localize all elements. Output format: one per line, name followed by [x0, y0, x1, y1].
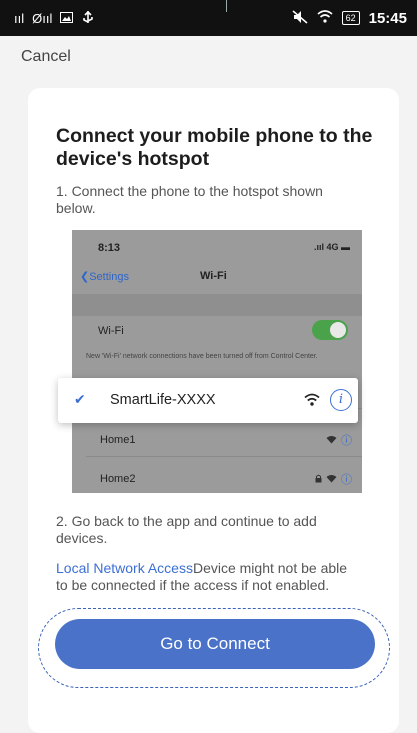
- clock: 15:45: [368, 9, 407, 27]
- signal-icon-2: Øııl: [32, 10, 53, 26]
- wifi-icon: [304, 393, 320, 411]
- highlighted-network-row: ✔ SmartLife-XXXX i: [58, 378, 358, 423]
- image-icon: [60, 11, 74, 26]
- divider: [226, 0, 227, 12]
- illustration-signal-icon: .ııl: [313, 242, 327, 252]
- illustration-battery-icon: ▬: [338, 242, 350, 252]
- info-icon: i: [330, 389, 352, 411]
- cancel-button[interactable]: Cancel: [21, 48, 71, 66]
- step-2-text: 2. Go back to the app and continue to ad…: [56, 513, 317, 546]
- illustration-wifi-label: Wi-Fi: [98, 325, 124, 337]
- go-to-connect-button[interactable]: Go to Connect: [55, 619, 375, 669]
- network-icons-home2: ⓘ: [315, 471, 352, 487]
- lock-icon: [315, 474, 322, 485]
- signal-icon: ııl: [14, 10, 25, 26]
- illustration-title: Wi-Fi: [200, 270, 227, 282]
- network-name: SmartLife-XXXX: [110, 392, 216, 408]
- info-icon: ⓘ: [341, 435, 352, 447]
- illustration-band: [72, 294, 362, 316]
- wifi-signal-icon: [326, 474, 337, 485]
- status-bar-right: 62 15:45: [292, 0, 407, 36]
- wifi-icon: [317, 10, 333, 26]
- network-item-home2: Home2: [100, 473, 136, 485]
- local-network-access-link[interactable]: Local Network Access: [56, 560, 193, 576]
- checkmark-icon: ✔: [74, 391, 86, 407]
- wifi-signal-icon: [326, 435, 337, 446]
- illustration-divider: [86, 456, 362, 457]
- illustration-wifi-toggle: [312, 320, 348, 340]
- illustration-back: ❮Settings: [80, 271, 129, 283]
- illustration-status: .ııl 4G ▬: [313, 242, 350, 252]
- mute-icon: [292, 9, 308, 27]
- illustration-time: 8:13: [98, 242, 121, 254]
- wifi-settings-illustration: 8:13 .ııl 4G ▬ ❮Settings Wi-Fi Wi-Fi New…: [72, 230, 362, 493]
- network-icons-home1: ⓘ: [326, 432, 352, 448]
- network-item-home1: Home1: [100, 434, 136, 446]
- battery-indicator: 62: [341, 11, 360, 25]
- local-network-note: Local Network AccessDevice might not be …: [56, 560, 361, 594]
- illustration-notice: New 'Wi-Fi' network connections have bee…: [86, 353, 318, 360]
- usb-icon: [81, 10, 95, 27]
- info-icon: ⓘ: [341, 474, 352, 486]
- chevron-left-icon: ❮: [80, 271, 90, 283]
- status-bar: ııl Øııl 62 15:45: [0, 0, 417, 36]
- status-bar-left: ııl Øııl: [14, 0, 95, 36]
- step-1-text: 1. Connect the phone to the hotspot show…: [56, 183, 323, 216]
- page-title: Connect your mobile phone to the device'…: [56, 125, 373, 170]
